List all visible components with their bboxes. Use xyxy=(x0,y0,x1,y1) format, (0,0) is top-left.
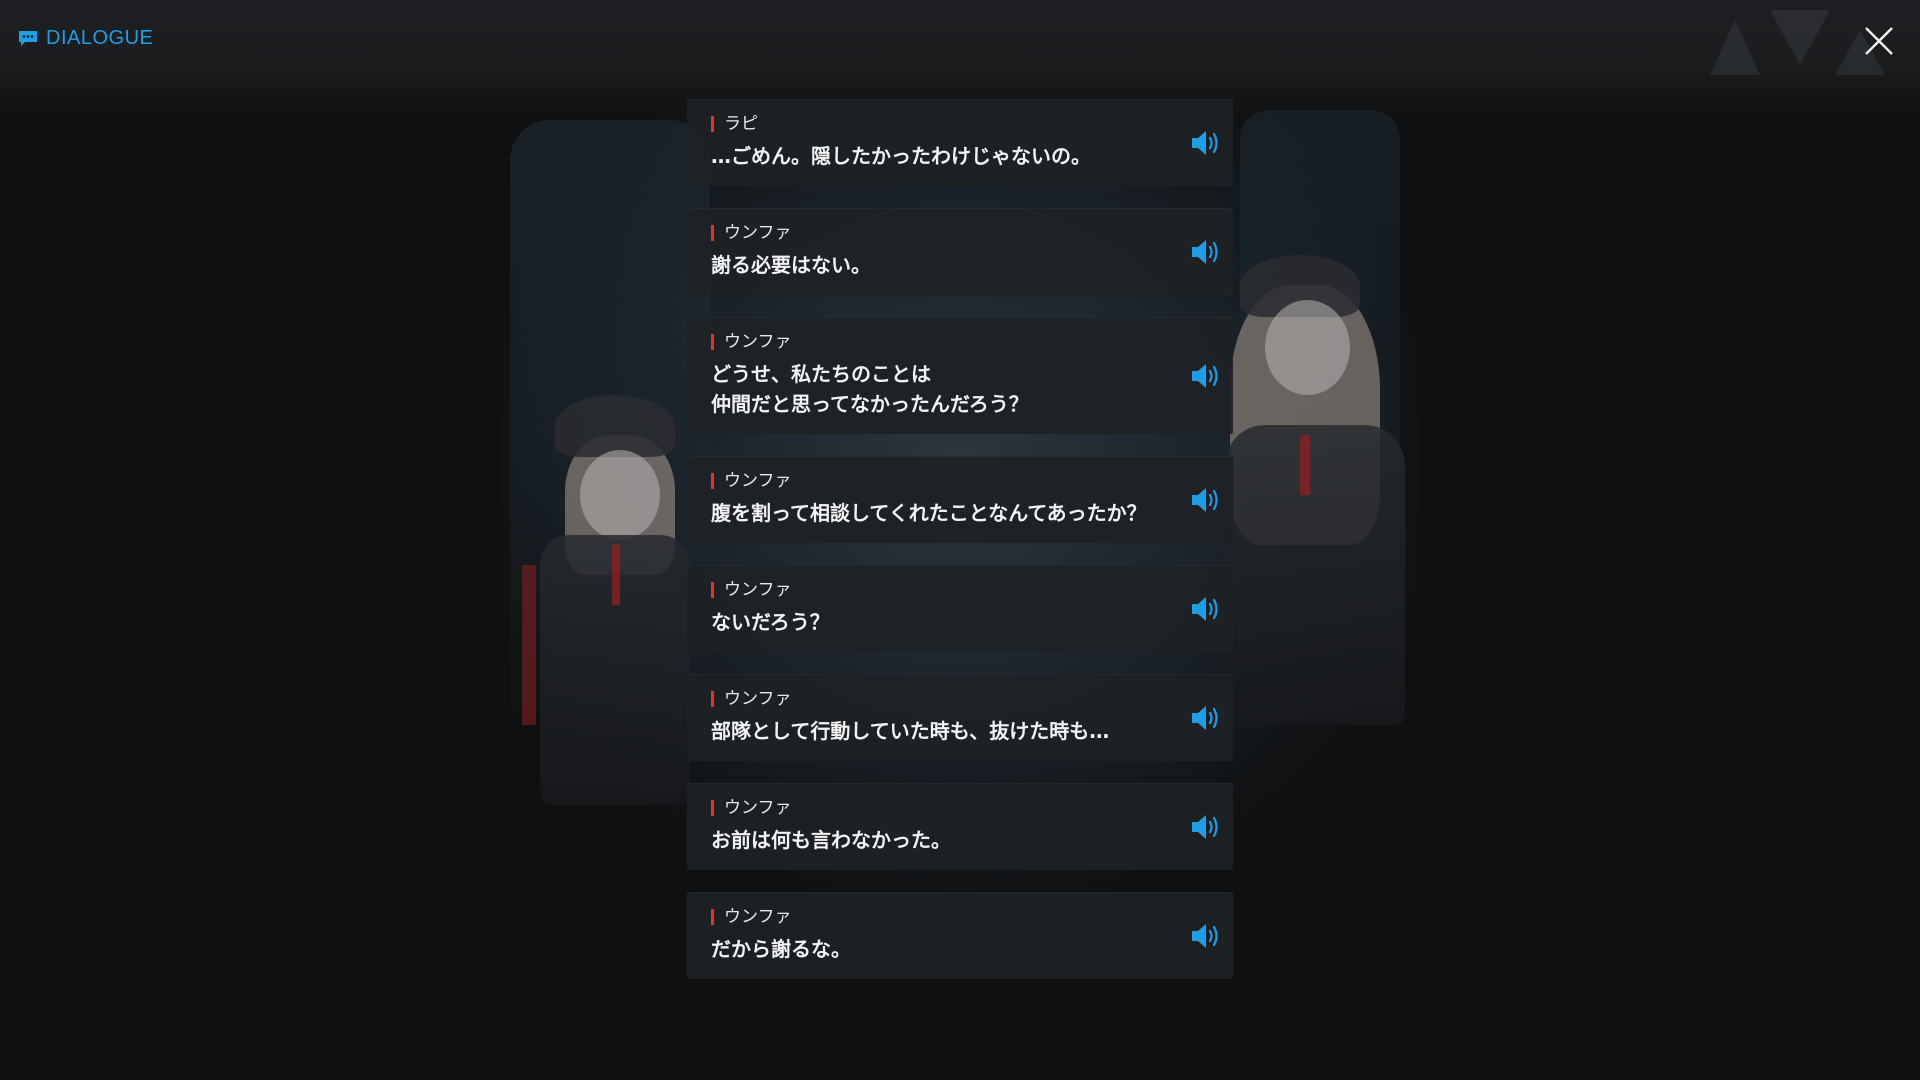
speaker-marker xyxy=(711,473,714,489)
voice-play-icon[interactable] xyxy=(1189,128,1223,158)
voice-play-icon[interactable] xyxy=(1189,812,1223,842)
voice-play-icon[interactable] xyxy=(1189,921,1223,951)
chat-bubble-icon xyxy=(19,31,37,46)
speaker-name: ラピ xyxy=(724,114,758,134)
dialogue-entry: ウンファ だから謝るな。 xyxy=(687,892,1233,979)
dialogue-entry: ウンファ ないだろう？ xyxy=(687,565,1233,652)
dialogue-line: 腹を割って相談してくれたことなんてあったか？ xyxy=(711,501,1147,525)
dialogue-line: 謝る必要はない。 xyxy=(711,253,871,277)
dialogue-line: お前は何も言わなかった。 xyxy=(711,828,951,852)
dialogue-line: だから謝るな。 xyxy=(711,937,851,961)
dialogue-line: …ごめん。隠したかったわけじゃないの。 xyxy=(711,144,1091,168)
speaker-marker xyxy=(711,800,714,816)
dialogue-line: ないだろう？ xyxy=(711,610,830,634)
speaker-row: ウンファ xyxy=(687,456,1233,490)
dialogue-entry: ウンファ 謝る必要はない。 xyxy=(687,208,1233,295)
dialogue-line: どうせ、私たちのことは 仲間だと思ってなかったんだろう？ xyxy=(711,362,1029,416)
voice-play-icon[interactable] xyxy=(1189,361,1223,391)
speaker-marker xyxy=(711,909,714,925)
speaker-row: ウンファ xyxy=(687,892,1233,926)
voice-play-icon[interactable] xyxy=(1189,594,1223,624)
speaker-marker xyxy=(711,691,714,707)
voice-play-icon[interactable] xyxy=(1189,485,1223,515)
speaker-name: ウンファ xyxy=(724,907,792,927)
speaker-name: ウンファ xyxy=(724,689,792,709)
voice-play-icon[interactable] xyxy=(1189,237,1223,267)
dialogue-entry: ラピ …ごめん。隠したかったわけじゃないの。 xyxy=(687,99,1233,186)
title-text: DIALOGUE xyxy=(46,27,154,49)
speaker-marker xyxy=(711,225,714,241)
dialogue-title: DIALOGUE xyxy=(18,27,153,50)
speaker-row: ウンファ xyxy=(687,208,1233,242)
dialogue-line: 部隊として行動していた時も、抜けた時も… xyxy=(711,719,1110,743)
character-right xyxy=(1210,255,1420,775)
speaker-marker xyxy=(711,334,714,350)
speaker-name: ウンファ xyxy=(724,471,792,491)
speaker-marker xyxy=(711,116,714,132)
speaker-row: ウンファ xyxy=(687,565,1233,599)
speaker-row: ウンファ xyxy=(687,783,1233,817)
dialogue-entry: ウンファ どうせ、私たちのことは 仲間だと思ってなかったんだろう？ xyxy=(687,317,1233,434)
speaker-marker xyxy=(711,582,714,598)
speaker-row: ウンファ xyxy=(687,317,1233,351)
dialogue-entry: ウンファ 腹を割って相談してくれたことなんてあったか？ xyxy=(687,456,1233,543)
speaker-name: ウンファ xyxy=(724,223,792,243)
speaker-name: ウンファ xyxy=(724,580,792,600)
speaker-row: ウンファ xyxy=(687,674,1233,708)
dialogue-entry: ウンファ お前は何も言わなかった。 xyxy=(687,783,1233,870)
dialogue-entry: ウンファ 部隊として行動していた時も、抜けた時も… xyxy=(687,674,1233,761)
close-icon[interactable] xyxy=(1862,24,1896,58)
character-left xyxy=(520,395,710,855)
decorative-triangles xyxy=(1710,10,1885,75)
dialogue-list[interactable]: ラピ …ごめん。隠したかったわけじゃないの。 ウンファ 謝る必要はない。 ウンフ… xyxy=(687,99,1233,1001)
voice-play-icon[interactable] xyxy=(1189,703,1223,733)
speaker-row: ラピ xyxy=(687,99,1233,133)
speaker-name: ウンファ xyxy=(724,798,792,818)
speaker-name: ウンファ xyxy=(724,332,792,352)
